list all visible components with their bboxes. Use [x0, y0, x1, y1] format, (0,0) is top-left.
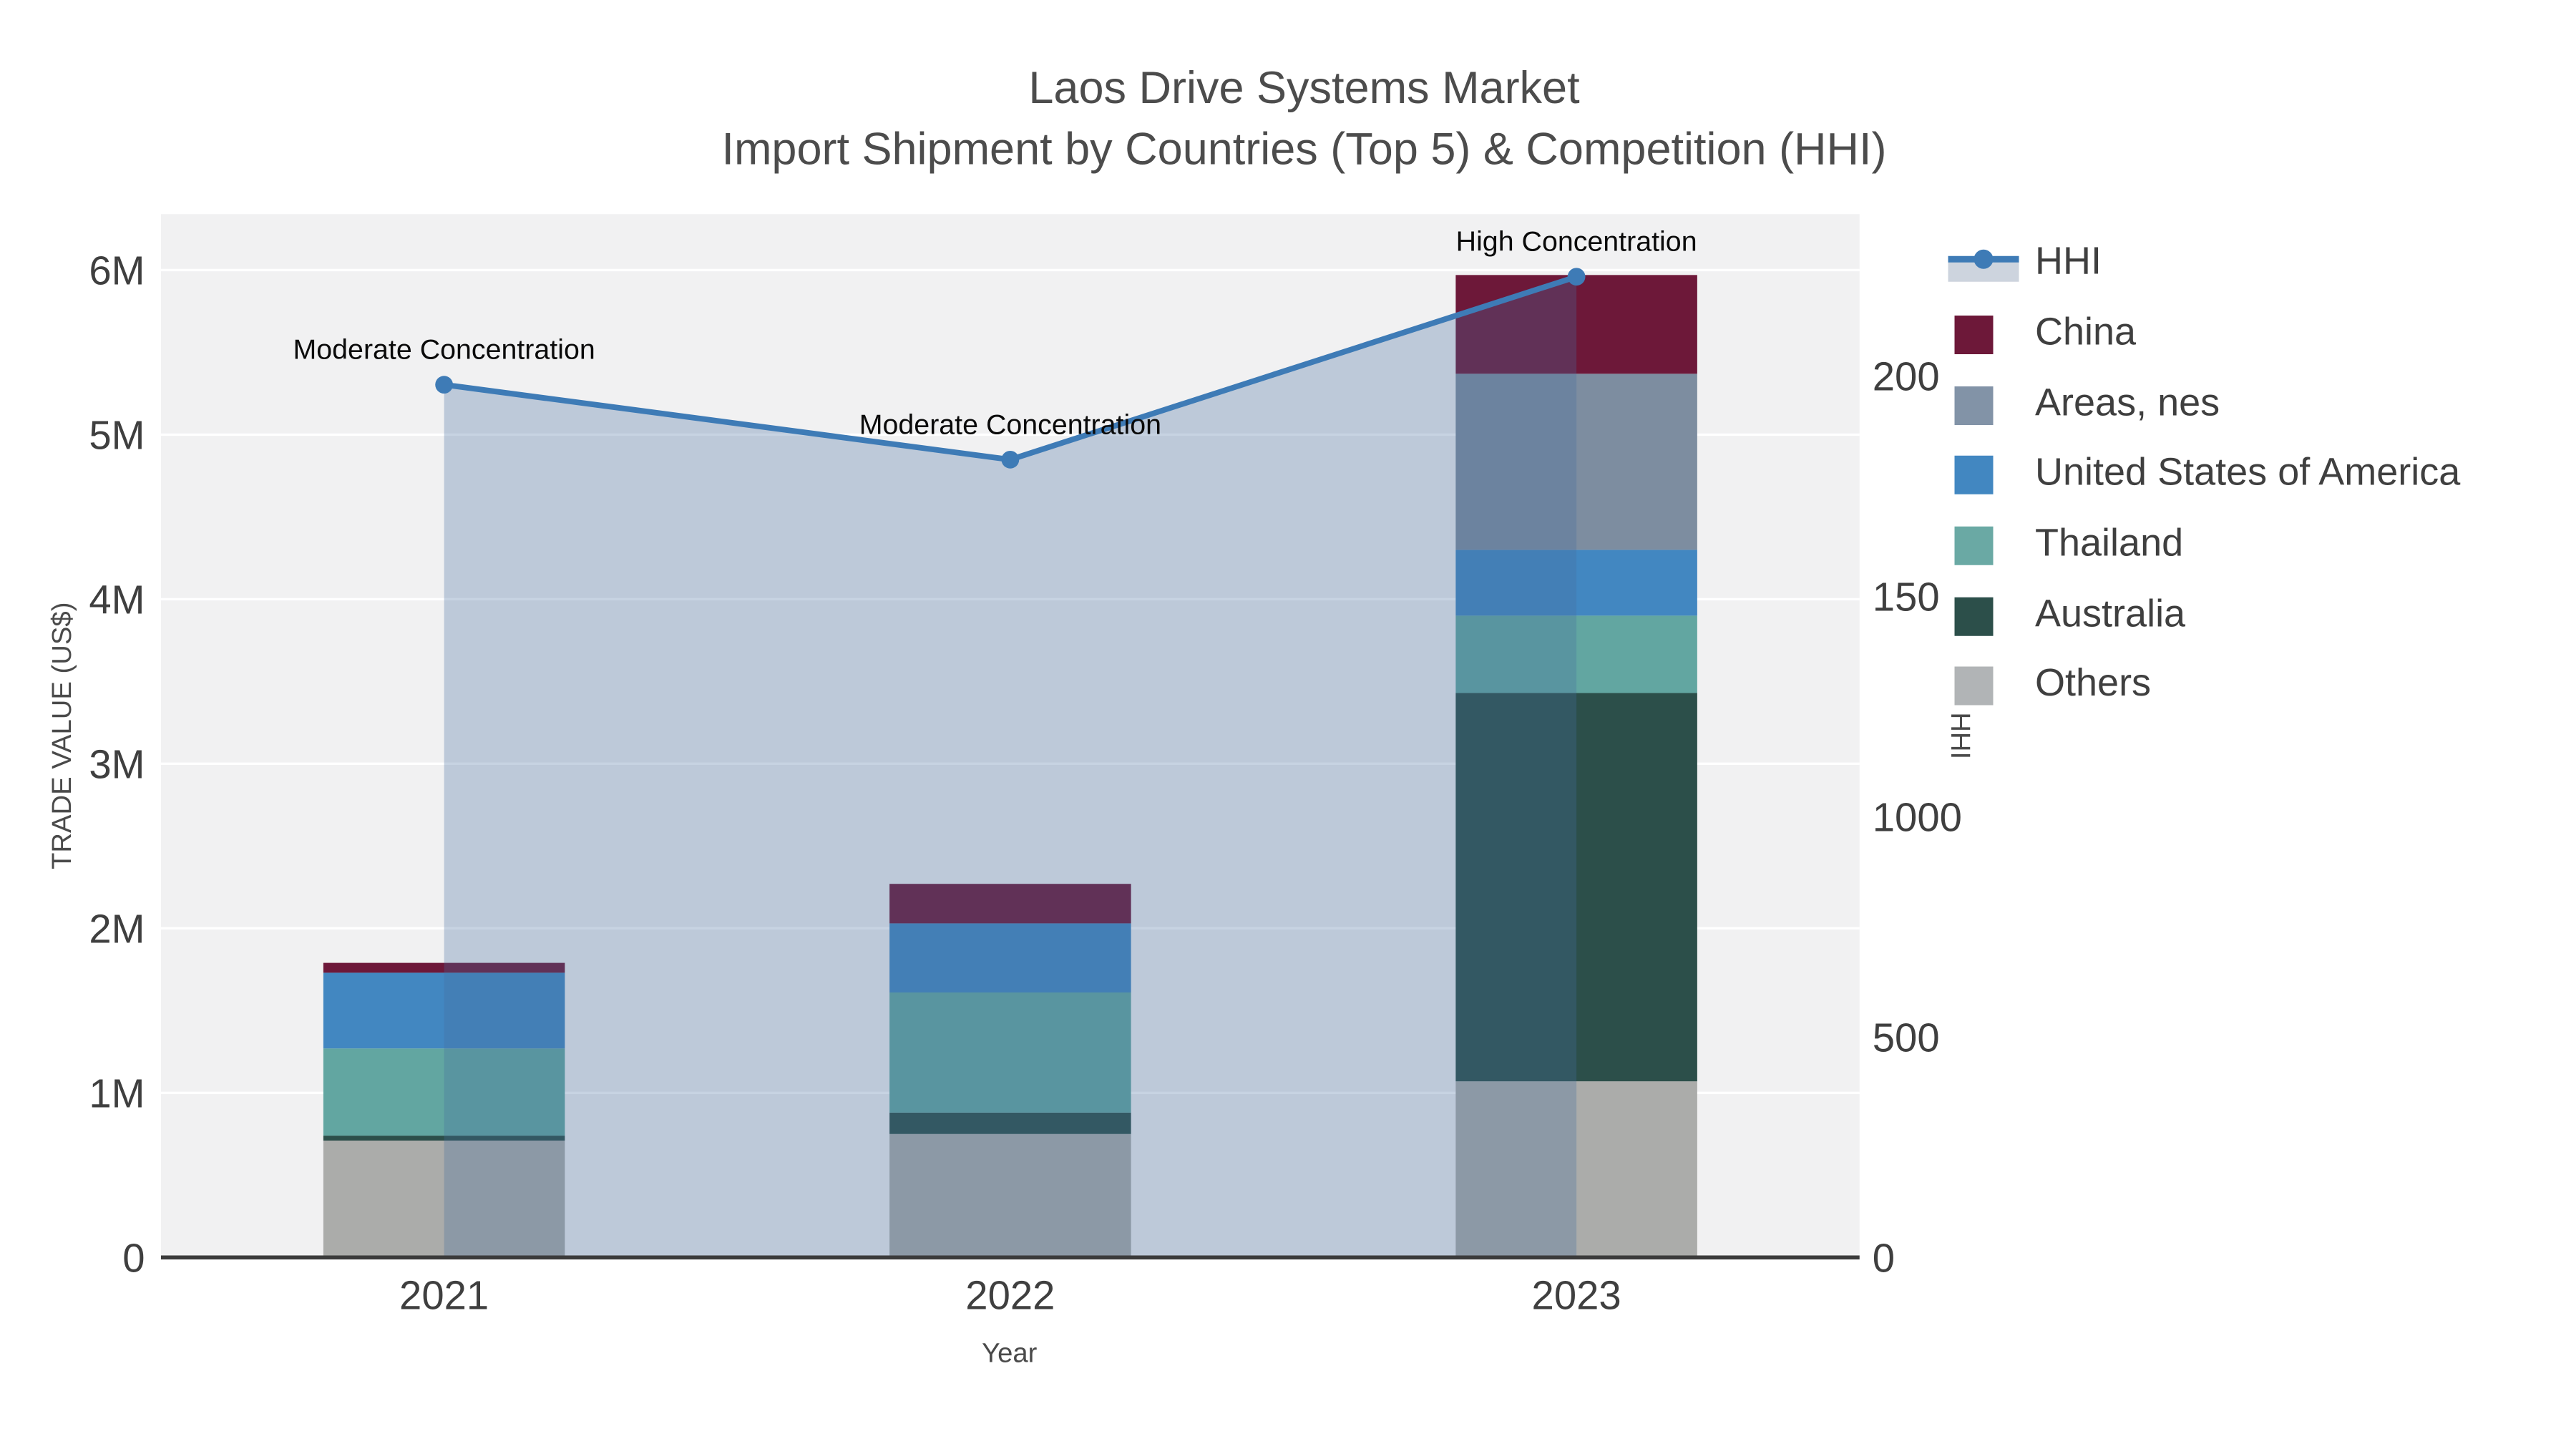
y-left-tick-0: 0	[122, 1236, 145, 1281]
x-axis-title: Year	[982, 1338, 1038, 1369]
legend-item-china[interactable]: China	[1954, 311, 2137, 355]
y-right-tick-150: 150	[1873, 575, 1940, 620]
legend-swatch-australia	[1954, 597, 1994, 636]
y-left-tick-1M: 1M	[89, 1071, 145, 1116]
legend-label-australia: Australia	[2035, 592, 2186, 635]
legend-item-others[interactable]: Others	[1954, 661, 2152, 706]
legend-item-thailand[interactable]: Thailand	[1954, 521, 2184, 565]
y-left-tick-5M: 5M	[89, 413, 145, 458]
hhi-marker-2023[interactable]	[1567, 268, 1586, 286]
chart-title-line2: Import Shipment by Countries (Top 5) & C…	[721, 125, 1886, 175]
legend-label-china: China	[2035, 311, 2137, 353]
legend-label-hhi: HHI	[2035, 240, 2102, 283]
y-right-tick-200: 200	[1873, 354, 1940, 399]
y-right-tick-0: 0	[1873, 1236, 1895, 1281]
y-left-axis-title: TRADE VALUE (US$)	[47, 602, 77, 869]
annotation-2022: Moderate Concentration	[859, 409, 1161, 440]
legend-swatch-thailand	[1954, 526, 1994, 565]
legend-label-thailand: Thailand	[2035, 521, 2183, 564]
y-right-tick-500: 500	[1873, 1015, 1940, 1060]
legend-swatch-areas-nes	[1954, 386, 1994, 425]
x-tick-2022: 2022	[965, 1272, 1055, 1317]
legend-label-areas-nes: Areas, nes	[2035, 381, 2220, 424]
figure: Moderate Concentration Moderate Concentra…	[0, 0, 2576, 1449]
y-left-tick-4M: 4M	[89, 577, 145, 623]
annotation-2023: High Concentration	[1456, 226, 1697, 258]
legend-swatch-united-states-of-america	[1954, 455, 1994, 494]
y-left-tick-6M: 6M	[89, 248, 145, 293]
hhi-marker-2022[interactable]	[1001, 450, 1020, 469]
chart-canvas: Moderate Concentration Moderate Concentra…	[0, 0, 2576, 1449]
chart-title-line1: Laos Drive Systems Market	[1028, 63, 1580, 113]
legend-label-others: Others	[2035, 661, 2151, 704]
hhi-marker-glyph	[1974, 249, 1994, 269]
y-left-tick-3M: 3M	[89, 742, 145, 787]
annotation-2021: Moderate Concentration	[293, 334, 595, 366]
legend-swatch-china	[1954, 316, 1994, 354]
x-tick-2021: 2021	[399, 1272, 489, 1317]
x-tick-2023: 2023	[1532, 1272, 1621, 1317]
legend-label-united-states-of-america: United States of America	[2035, 450, 2461, 493]
y-right-tick-1000: 1000	[1873, 795, 1962, 840]
y-left-tick-2M: 2M	[89, 907, 145, 952]
hhi-marker-2021[interactable]	[435, 376, 453, 394]
y-right-axis-title: HHI	[1945, 712, 1976, 759]
legend-item-australia[interactable]: Australia	[1954, 592, 2187, 636]
legend-swatch-others	[1954, 666, 1994, 706]
